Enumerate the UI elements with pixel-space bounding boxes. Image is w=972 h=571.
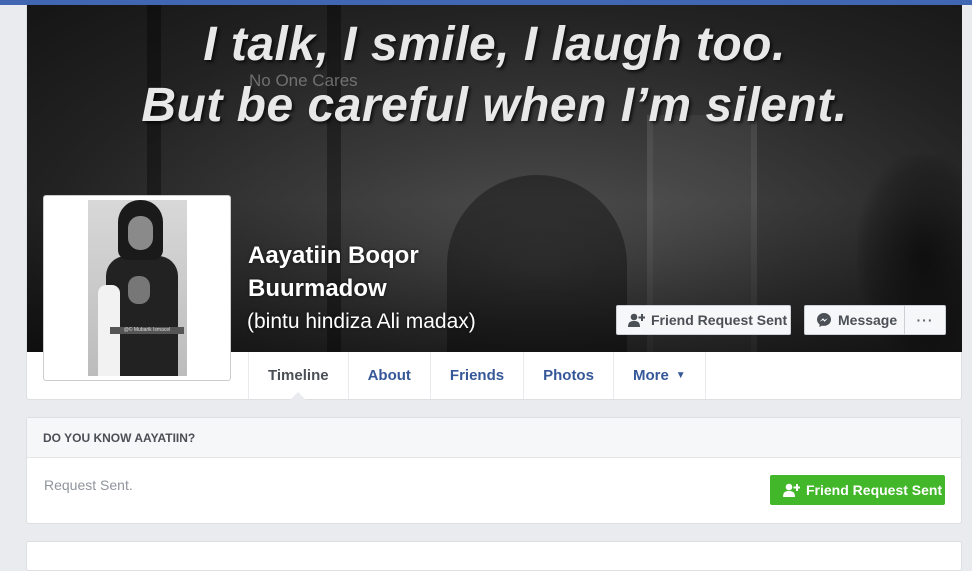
- profile-header-card: No One Cares I talk, I smile, I laugh to…: [26, 5, 962, 400]
- cover-quote-line-1: I talk, I smile, I laugh too.: [203, 18, 786, 71]
- tab-more[interactable]: More ▼: [612, 352, 706, 399]
- tab-friends[interactable]: Friends: [429, 352, 523, 399]
- cover-quote-line-2: But be careful when I’m silent.: [141, 79, 848, 132]
- profile-alternate-name: (bintu hindiza Ali madax): [247, 310, 476, 333]
- message-button[interactable]: Message: [804, 305, 905, 335]
- caret-down-icon: ▼: [675, 370, 686, 381]
- photo-caption: @© Mubarik Ismacel: [110, 327, 184, 334]
- profile-tabs: Timeline About Friends Photos More ▼: [248, 352, 706, 400]
- friend-request-sent-button[interactable]: Friend Request Sent: [616, 305, 791, 335]
- friend-request-sent-green-button[interactable]: Friend Request Sent: [770, 475, 945, 505]
- next-card: [26, 541, 962, 571]
- tab-photos[interactable]: Photos: [523, 352, 613, 399]
- add-friend-icon: [783, 483, 800, 497]
- message-label: Message: [838, 312, 898, 328]
- add-friend-icon: [628, 313, 645, 327]
- more-actions-button[interactable]: ···: [905, 305, 946, 335]
- green-button-label: Friend Request Sent: [806, 482, 943, 498]
- profile-photo-image: @© Mubarik Ismacel: [88, 200, 187, 376]
- request-status-text: Request Sent.: [44, 477, 133, 493]
- know-card-title: DO YOU KNOW AAYATIIN?: [27, 418, 961, 458]
- profile-picture[interactable]: @© Mubarik Ismacel: [43, 195, 231, 381]
- know-person-card: DO YOU KNOW AAYATIIN? Request Sent. Frie…: [26, 417, 962, 524]
- tab-timeline[interactable]: Timeline: [248, 352, 348, 400]
- more-dots-icon: ···: [916, 312, 934, 328]
- profile-name[interactable]: Aayatiin Boqor Buurmadow: [248, 239, 548, 305]
- tab-about[interactable]: About: [347, 352, 430, 399]
- messenger-icon: [816, 312, 832, 328]
- friend-request-sent-label: Friend Request Sent: [651, 312, 788, 328]
